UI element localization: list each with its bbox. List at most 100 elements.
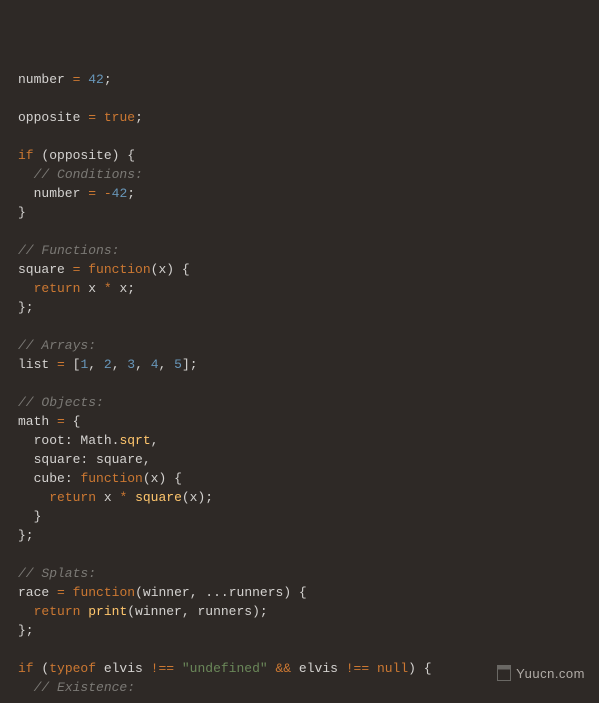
code-token bbox=[18, 680, 34, 695]
code-token: if bbox=[18, 148, 34, 163]
code-token: ) { bbox=[408, 661, 431, 676]
code-token: = bbox=[88, 110, 96, 125]
code-token: winner bbox=[143, 585, 190, 600]
code-token: 4 bbox=[151, 357, 159, 372]
code-token: // Existence: bbox=[34, 680, 135, 695]
code-token: elvis bbox=[96, 661, 151, 676]
watermark-text: Yuucn.com bbox=[516, 664, 585, 683]
code-token: // Functions: bbox=[18, 243, 119, 258]
code-token: typeof bbox=[49, 661, 96, 676]
code-token: { bbox=[65, 414, 81, 429]
code-token: print bbox=[88, 604, 127, 619]
code-token: square bbox=[135, 490, 182, 505]
code-token: * bbox=[104, 281, 112, 296]
code-token: ) { bbox=[283, 585, 306, 600]
code-token: : square, bbox=[80, 452, 150, 467]
code-token: 42 bbox=[112, 186, 128, 201]
code-token bbox=[18, 604, 34, 619]
code-token: ]; bbox=[182, 357, 198, 372]
code-token: 2 bbox=[104, 357, 112, 372]
code-token: ) { bbox=[166, 262, 189, 277]
code-token: number bbox=[18, 72, 65, 87]
code-token: // Conditions: bbox=[34, 167, 143, 182]
code-token bbox=[18, 167, 34, 182]
code-token: = bbox=[88, 186, 96, 201]
code-token: }; bbox=[18, 528, 34, 543]
code-token: if bbox=[18, 661, 34, 676]
code-token: ( bbox=[135, 585, 143, 600]
code-token: number bbox=[18, 186, 88, 201]
code-token: , bbox=[135, 357, 151, 372]
code-token: true bbox=[104, 110, 135, 125]
code-token: : bbox=[65, 471, 81, 486]
code-token: , bbox=[88, 357, 104, 372]
code-token: 5 bbox=[174, 357, 182, 372]
code-token: null bbox=[377, 661, 408, 676]
code-block: number = 42; opposite = true; if (opposi… bbox=[0, 0, 599, 697]
code-token bbox=[18, 490, 49, 505]
code-token bbox=[49, 357, 57, 372]
code-token bbox=[49, 585, 57, 600]
code-token: // Splats: bbox=[18, 566, 96, 581]
code-token: x bbox=[80, 281, 103, 296]
code-token: return bbox=[34, 604, 81, 619]
code-token bbox=[18, 471, 34, 486]
code-token: - bbox=[104, 186, 112, 201]
code-token: return bbox=[34, 281, 81, 296]
code-token: race bbox=[18, 585, 49, 600]
code-token: , bbox=[159, 357, 175, 372]
code-token: (winner, runners); bbox=[127, 604, 267, 619]
code-token: = bbox=[57, 357, 65, 372]
code-token: root bbox=[34, 433, 65, 448]
code-token: opposite bbox=[18, 110, 80, 125]
code-token: }; bbox=[18, 623, 34, 638]
code-token bbox=[65, 72, 73, 87]
code-token: , bbox=[112, 357, 128, 372]
code-token: list bbox=[18, 357, 49, 372]
code-token: ( bbox=[143, 471, 151, 486]
code-token: !== bbox=[151, 661, 174, 676]
code-token: runners bbox=[229, 585, 284, 600]
code-token bbox=[127, 490, 135, 505]
code-token: (x); bbox=[182, 490, 213, 505]
code-token: = bbox=[57, 585, 65, 600]
code-token: function bbox=[73, 585, 135, 600]
code-token: ; bbox=[127, 186, 135, 201]
code-token: , ... bbox=[190, 585, 229, 600]
code-token: , bbox=[151, 433, 159, 448]
code-token: : Math. bbox=[65, 433, 120, 448]
code-token: } bbox=[18, 509, 41, 524]
code-token: // Objects: bbox=[18, 395, 104, 410]
code-token: } bbox=[18, 205, 26, 220]
code-token bbox=[268, 661, 276, 676]
watermark-icon bbox=[497, 665, 511, 681]
code-token bbox=[174, 661, 182, 676]
code-token: "undefined" bbox=[182, 661, 268, 676]
code-token: }; bbox=[18, 300, 34, 315]
code-token: math bbox=[18, 414, 49, 429]
code-token: ) { bbox=[158, 471, 181, 486]
code-token: function bbox=[80, 471, 142, 486]
code-token: sqrt bbox=[119, 433, 150, 448]
code-token bbox=[49, 414, 57, 429]
code-token: square bbox=[34, 452, 81, 467]
code-token: x bbox=[96, 490, 119, 505]
code-token bbox=[96, 110, 104, 125]
code-token: return bbox=[49, 490, 96, 505]
code-token: square bbox=[18, 262, 65, 277]
code-token: cube bbox=[34, 471, 65, 486]
code-token bbox=[18, 433, 34, 448]
code-token bbox=[18, 452, 34, 467]
code-token bbox=[18, 281, 34, 296]
code-token bbox=[369, 661, 377, 676]
code-token: (opposite) { bbox=[34, 148, 135, 163]
code-token: // Arrays: bbox=[18, 338, 96, 353]
code-token: 42 bbox=[88, 72, 104, 87]
code-token: && bbox=[276, 661, 292, 676]
code-token: function bbox=[88, 262, 150, 277]
code-token: ; bbox=[104, 72, 112, 87]
code-token: [ bbox=[65, 357, 81, 372]
code-token bbox=[65, 585, 73, 600]
code-token: !== bbox=[346, 661, 369, 676]
code-token: ( bbox=[34, 661, 50, 676]
